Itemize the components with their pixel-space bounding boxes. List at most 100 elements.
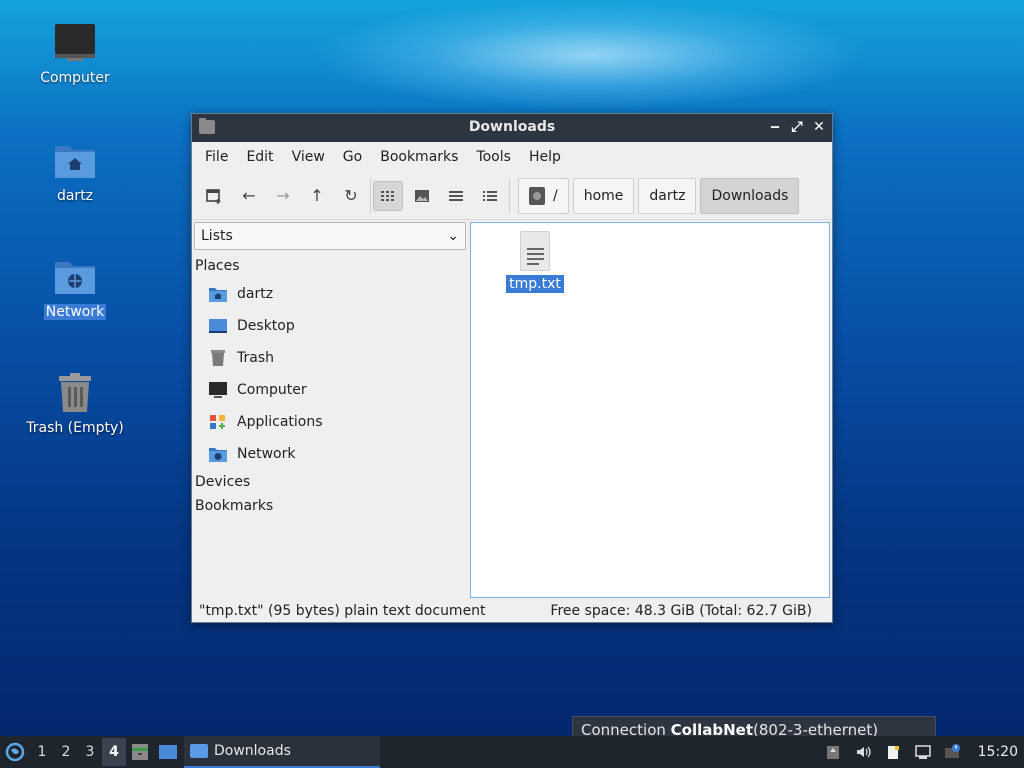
desktop-icon-home[interactable]: dartz <box>20 140 130 204</box>
reload-button[interactable]: ↻ <box>336 181 366 211</box>
thumbnail-view-icon <box>415 189 429 202</box>
sidebar-item-trash[interactable]: Trash <box>192 342 468 374</box>
desktop-icon-label: Trash (Empty) <box>26 420 124 436</box>
show-desktop-icon <box>159 745 177 759</box>
window-title: Downloads <box>468 119 556 135</box>
detailed-list-view-button[interactable] <box>475 181 505 211</box>
icon-view-icon <box>381 190 394 201</box>
devices-header[interactable]: Devices <box>192 470 468 494</box>
places-header[interactable]: Places <box>192 254 468 278</box>
up-button[interactable]: ↑ <box>302 181 332 211</box>
drive-icon <box>529 186 545 205</box>
breadcrumb-dartz[interactable]: dartz <box>638 177 697 214</box>
maximize-button[interactable]: ⤢ <box>788 118 806 136</box>
new-tab-button[interactable] <box>200 181 230 211</box>
workspace-4[interactable]: 4 <box>102 738 126 766</box>
file-manager-window: Downloads ‒ ⤢ ✕ File Edit View Go Bookma… <box>191 113 833 623</box>
breadcrumb-root[interactable]: / <box>518 177 569 214</box>
breadcrumb-downloads[interactable]: Downloads <box>700 177 800 214</box>
workspace-3[interactable]: 3 <box>78 738 102 766</box>
back-icon: ← <box>242 186 256 205</box>
wallpaper-highlight <box>310 0 870 110</box>
quicklaunch-desktop[interactable] <box>154 738 182 766</box>
desktop-icon-label: Network <box>43 304 107 320</box>
sidebar-item-label: Trash <box>237 350 274 366</box>
clipboard-button[interactable] <box>878 737 908 767</box>
volume-icon <box>856 746 871 758</box>
trash-icon <box>208 349 228 367</box>
sidebar-item-label: Applications <box>237 414 323 430</box>
sidebar-item-desktop[interactable]: Desktop <box>192 310 468 342</box>
task-downloads[interactable]: Downloads <box>184 736 380 768</box>
minimize-button[interactable]: ‒ <box>766 118 784 136</box>
sidebar-item-label: Desktop <box>237 318 295 334</box>
breadcrumb-label: / <box>553 187 558 204</box>
task-label: Downloads <box>214 743 291 759</box>
breadcrumb-home[interactable]: home <box>572 177 635 214</box>
sidebar: Lists ⌄ Places dartz Desktop Trash Compu… <box>192 222 468 600</box>
workspace-1[interactable]: 1 <box>30 738 54 766</box>
desktop-icon-trash[interactable]: Trash (Empty) <box>20 372 130 436</box>
desktop-icon-label: dartz <box>56 188 94 204</box>
icon-view-button[interactable] <box>373 180 403 211</box>
menu-go[interactable]: Go <box>334 149 371 165</box>
desktop-icon-computer[interactable]: Computer <box>20 22 130 86</box>
folder-icon <box>190 744 208 758</box>
home-folder-icon <box>53 140 97 182</box>
menu-tools[interactable]: Tools <box>467 149 520 165</box>
menu-bookmarks[interactable]: Bookmarks <box>371 149 467 165</box>
taskbar: 1 2 3 4 Downloads 15:20 <box>0 736 1024 768</box>
new-tab-icon <box>206 188 221 204</box>
file-item[interactable]: tmp.txt <box>505 231 565 293</box>
notification-monitor-icon <box>944 744 960 758</box>
clipboard-icon <box>887 746 899 759</box>
file-view[interactable]: tmp.txt <box>470 222 830 598</box>
sidebar-item-network[interactable]: Network <box>192 438 468 470</box>
menu-view[interactable]: View <box>283 149 334 165</box>
wired-network-icon <box>914 745 931 759</box>
desktop-icon-label: Computer <box>40 70 110 86</box>
sidebar-mode-value: Lists <box>201 228 233 244</box>
status-bar: "tmp.txt" (95 bytes) plain text document… <box>192 600 832 622</box>
menu-edit[interactable]: Edit <box>237 149 282 165</box>
window-titlebar[interactable]: Downloads ‒ ⤢ ✕ <box>192 114 832 142</box>
file-name: tmp.txt <box>506 275 564 293</box>
toolbar-separator <box>370 178 371 213</box>
sidebar-item-computer[interactable]: Computer <box>192 374 468 406</box>
desktop-icon <box>208 317 228 335</box>
tray-update-button[interactable] <box>818 737 848 767</box>
toolbar: ← → ↑ ↻ / home dartz Downloads <box>192 172 832 220</box>
computer-icon <box>208 381 228 399</box>
sidebar-item-dartz[interactable]: dartz <box>192 278 468 310</box>
system-tray: 15:20 <box>818 736 1024 768</box>
desktop-icon-network[interactable]: Network <box>20 256 130 320</box>
back-button[interactable]: ← <box>234 181 264 211</box>
sidebar-item-applications[interactable]: Applications <box>192 406 468 438</box>
menu-help[interactable]: Help <box>520 149 570 165</box>
clock[interactable]: 15:20 <box>968 744 1024 760</box>
menu-bar: File Edit View Go Bookmarks Tools Help <box>192 142 832 172</box>
compact-view-icon <box>449 190 463 201</box>
lxqt-logo-icon <box>5 742 25 762</box>
sidebar-mode-select[interactable]: Lists ⌄ <box>194 222 466 250</box>
trash-icon <box>53 372 97 414</box>
quicklaunch-file-manager[interactable] <box>126 738 154 766</box>
close-button[interactable]: ✕ <box>810 118 828 136</box>
home-folder-icon <box>208 285 228 303</box>
volume-button[interactable] <box>848 737 878 767</box>
text-file-icon <box>520 231 550 271</box>
status-free-space: Free space: 48.3 GiB (Total: 62.7 GiB) <box>550 603 812 619</box>
applications-icon <box>208 413 228 431</box>
start-menu-button[interactable] <box>0 737 30 767</box>
notifications-button[interactable] <box>938 737 968 767</box>
workspace-2[interactable]: 2 <box>54 738 78 766</box>
network-folder-icon <box>53 256 97 298</box>
sidebar-item-label: Network <box>237 446 296 462</box>
sidebar-item-label: dartz <box>237 286 274 302</box>
menu-file[interactable]: File <box>196 149 237 165</box>
thumbnail-view-button[interactable] <box>407 181 437 211</box>
network-tray-button[interactable] <box>908 737 938 767</box>
bookmarks-header[interactable]: Bookmarks <box>192 494 468 518</box>
forward-button[interactable]: → <box>268 181 298 211</box>
compact-view-button[interactable] <box>441 181 471 211</box>
